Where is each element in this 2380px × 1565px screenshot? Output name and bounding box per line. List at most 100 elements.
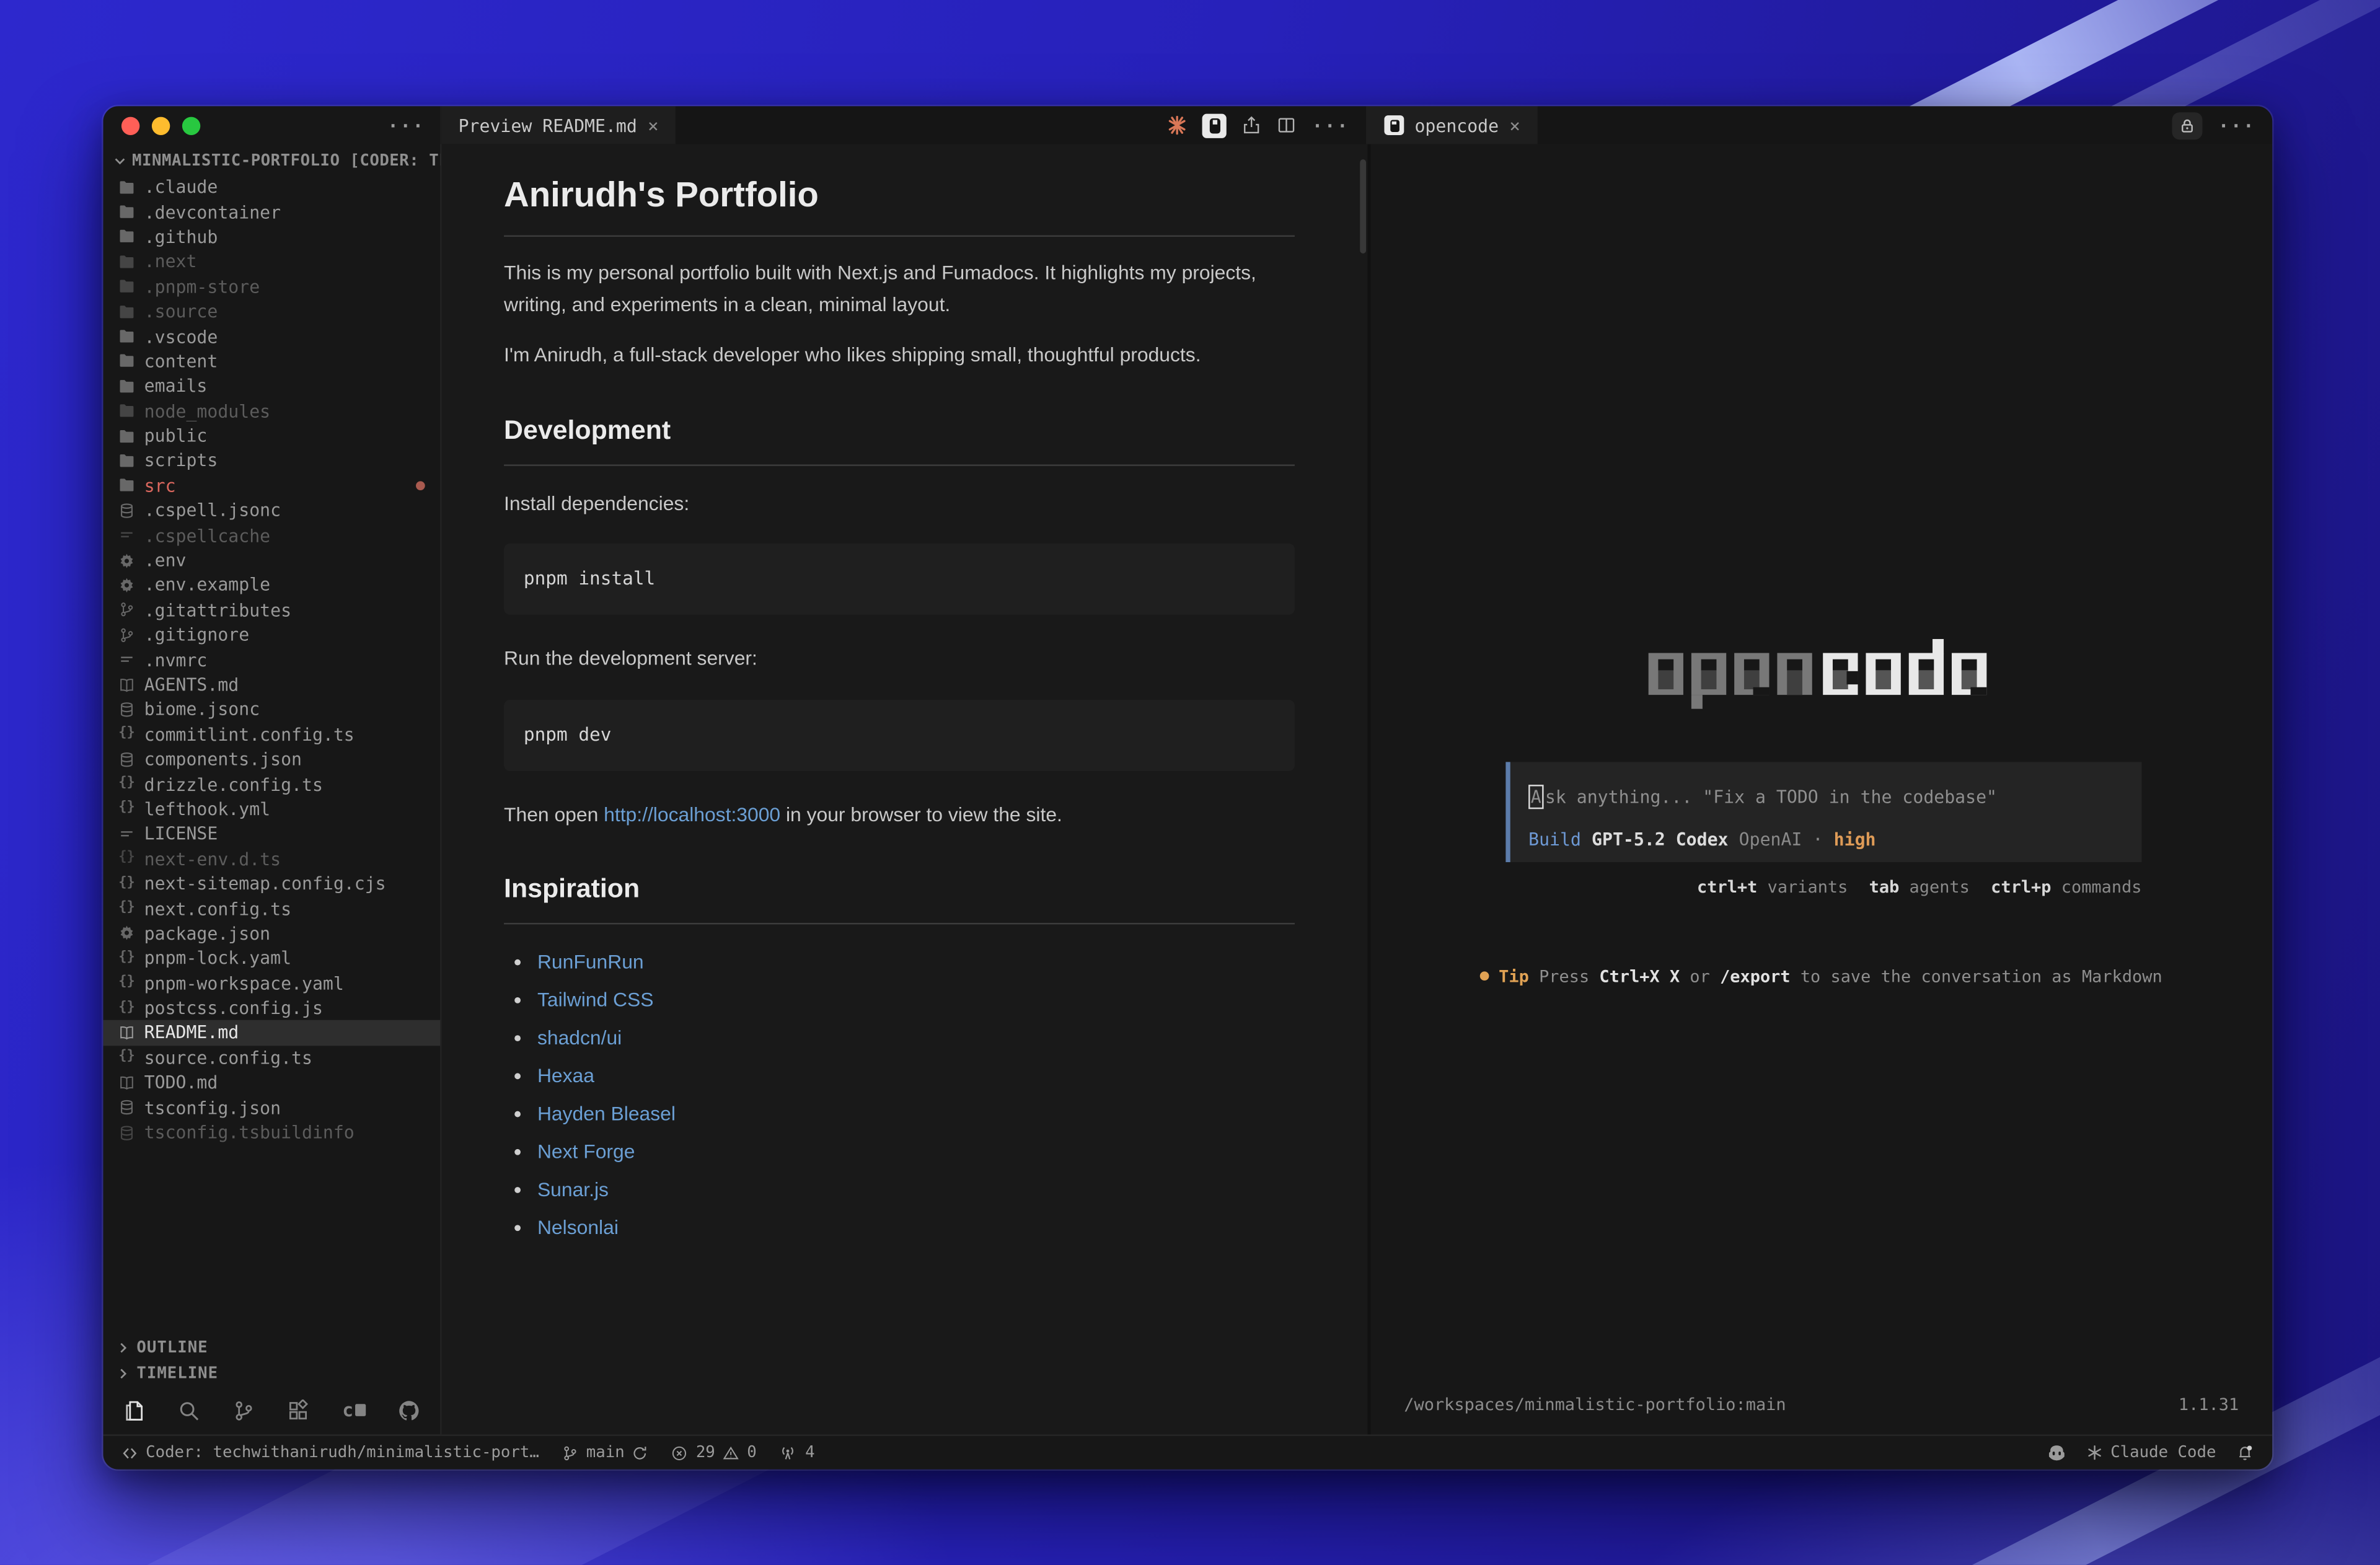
- problems-status[interactable]: 29 0: [672, 1444, 757, 1461]
- file-label: drizzle.config.ts: [144, 774, 323, 795]
- tree-item--gitattributes[interactable]: .gitattributes: [104, 597, 441, 622]
- inspiration-link[interactable]: Nelsonlai: [537, 1215, 619, 1238]
- agent-mode[interactable]: Build: [1528, 829, 1581, 850]
- tree-item-postcss-config-js[interactable]: {}postcss.config.js: [104, 995, 441, 1020]
- file-label: components.json: [144, 749, 302, 770]
- tree-item-content[interactable]: content: [104, 349, 441, 374]
- file-label: next.config.ts: [144, 898, 291, 919]
- search-icon[interactable]: [178, 1399, 201, 1422]
- tab-opencode[interactable]: opencode: [1368, 106, 1537, 144]
- notifications-bell-icon[interactable]: [2236, 1444, 2254, 1461]
- close-tab-icon[interactable]: [1509, 115, 1520, 136]
- tree-item-next-env-d-ts[interactable]: {}next-env.d.ts: [104, 846, 441, 871]
- tree-item--next[interactable]: .next: [104, 249, 441, 274]
- tree-item-todo-md[interactable]: TODO.md: [104, 1070, 441, 1095]
- tree-item-node-modules[interactable]: node_modules: [104, 399, 441, 423]
- tree-item--gitignore[interactable]: .gitignore: [104, 622, 441, 647]
- tree-item--devcontainer[interactable]: .devcontainer: [104, 200, 441, 224]
- tree-item-emails[interactable]: emails: [104, 374, 441, 399]
- github-icon[interactable]: [397, 1399, 420, 1422]
- model-name[interactable]: GPT-5.2 Codex: [1592, 829, 1728, 850]
- file-label: .env: [144, 550, 187, 571]
- tree-item-next-sitemap-config-cjs[interactable]: {}next-sitemap.config.cjs: [104, 871, 441, 896]
- share-icon[interactable]: [1242, 115, 1262, 135]
- ports-status[interactable]: 4: [779, 1444, 814, 1461]
- tree-item-lefthook-yml[interactable]: {}lefthook.yml: [104, 796, 441, 821]
- close-window-button[interactable]: [121, 116, 139, 134]
- tree-item-tsconfig-tsbuildinfo[interactable]: tsconfig.tsbuildinfo: [104, 1120, 441, 1145]
- tree-item--claude[interactable]: .claude: [104, 175, 441, 200]
- tree-item-source-config-ts[interactable]: {}source.config.ts: [104, 1046, 441, 1070]
- tree-item--cspellcache[interactable]: .cspellcache: [104, 523, 441, 548]
- inspiration-link[interactable]: Hexaa: [537, 1064, 594, 1087]
- tree-item-pnpm-lock-yaml[interactable]: {}pnpm-lock.yaml: [104, 946, 441, 971]
- tree-item-agents-md[interactable]: AGENTS.md: [104, 672, 441, 697]
- minimize-window-button[interactable]: [152, 116, 170, 134]
- more-actions-icon[interactable]: [1312, 118, 1349, 133]
- titlebar-sidebar-area: [104, 106, 441, 144]
- tree-item-commitlint-config-ts[interactable]: {}commitlint.config.ts: [104, 722, 441, 747]
- tree-item-license[interactable]: LICENSE: [104, 821, 441, 846]
- close-tab-icon[interactable]: [648, 115, 659, 136]
- inspiration-link[interactable]: Hayden Bleasel: [537, 1102, 676, 1125]
- file-label: .devcontainer: [144, 201, 281, 223]
- lock-editor-icon[interactable]: [2172, 112, 2203, 139]
- tree-item-src[interactable]: src: [104, 473, 441, 498]
- tree-item-components-json[interactable]: components.json: [104, 747, 441, 772]
- tree-item--pnpm-store[interactable]: .pnpm-store: [104, 274, 441, 299]
- claude-code-icon[interactable]: [1168, 115, 1188, 135]
- tree-item--vscode[interactable]: .vscode: [104, 324, 441, 348]
- explorer-files-icon[interactable]: [123, 1399, 146, 1422]
- copilot-icon[interactable]: [2047, 1442, 2068, 1463]
- prompt-input[interactable]: Ask anything... "Fix a TODO in the codeb…: [1505, 762, 2141, 862]
- more-actions-icon[interactable]: [2218, 118, 2255, 133]
- tree-item--nvmrc[interactable]: .nvmrc: [104, 647, 441, 672]
- tree-item--source[interactable]: .source: [104, 299, 441, 324]
- inspiration-link[interactable]: Sunar.js: [537, 1178, 609, 1201]
- tree-item-readme-md[interactable]: README.md: [104, 1020, 441, 1045]
- tree-item--cspell-jsonc[interactable]: .cspell.jsonc: [104, 498, 441, 522]
- tree-item-drizzle-config-ts[interactable]: {}drizzle.config.ts: [104, 772, 441, 796]
- scrollbar-thumb[interactable]: [1360, 159, 1366, 253]
- localhost-link[interactable]: http://localhost:3000: [604, 802, 780, 825]
- coder-icon[interactable]: c: [342, 1401, 365, 1419]
- status-bar: Coder: techwithanirudh/minimalistic-port…: [104, 1434, 2273, 1469]
- inspiration-link[interactable]: Next Forge: [537, 1140, 635, 1163]
- explorer-section-header[interactable]: MINMALISTIC-PORTFOLIO [CODER: TECHWITHAN…: [104, 144, 441, 175]
- tree-item-next-config-ts[interactable]: {}next.config.ts: [104, 896, 441, 921]
- zoom-window-button[interactable]: [182, 116, 200, 134]
- explorer-more-actions-icon[interactable]: [387, 118, 425, 133]
- inspiration-link[interactable]: RunFunRun: [537, 950, 644, 972]
- folder-icon: [118, 477, 135, 494]
- tree-item-biome-jsonc[interactable]: biome.jsonc: [104, 697, 441, 722]
- file-label: .gitignore: [144, 624, 250, 645]
- tree-item--github[interactable]: .github: [104, 224, 441, 249]
- tree-item--env[interactable]: .env: [104, 548, 441, 573]
- prompt-placeholder: Ask anything... "Fix a TODO in the codeb…: [1528, 785, 2123, 809]
- remote-indicator[interactable]: Coder: techwithanirudh/minimalistic-port…: [121, 1444, 539, 1461]
- tree-item--env-example[interactable]: .env.example: [104, 573, 441, 597]
- explorer-sidebar: MINMALISTIC-PORTFOLIO [CODER: TECHWITHAN…: [104, 144, 442, 1435]
- inspiration-link[interactable]: Tailwind CSS: [537, 988, 654, 1011]
- timeline-section[interactable]: TIMELINE: [104, 1360, 441, 1386]
- git-branch-status[interactable]: main: [562, 1444, 649, 1461]
- tree-item-pnpm-workspace-yaml[interactable]: {}pnpm-workspace.yaml: [104, 971, 441, 995]
- tree-item-public[interactable]: public: [104, 423, 441, 448]
- tree-item-tsconfig-json[interactable]: tsconfig.json: [104, 1095, 441, 1120]
- file-label: src: [144, 475, 176, 496]
- split-editor-icon[interactable]: [1277, 115, 1297, 135]
- source-control-icon[interactable]: [232, 1399, 255, 1422]
- folder-icon: [118, 179, 135, 195]
- run-label: Run the development server:: [504, 643, 1295, 674]
- chevron-right-icon: [115, 1365, 130, 1380]
- extensions-icon[interactable]: [288, 1399, 311, 1422]
- tree-item-package-json[interactable]: package.json: [104, 921, 441, 946]
- inspiration-link[interactable]: shadcn/ui: [537, 1026, 622, 1049]
- tree-item-scripts[interactable]: scripts: [104, 448, 441, 473]
- opencode-icon[interactable]: [1202, 113, 1227, 137]
- reasoning-effort: high: [1834, 829, 1876, 850]
- outline-section[interactable]: OUTLINE: [104, 1334, 441, 1360]
- file-label: tsconfig.tsbuildinfo: [144, 1122, 355, 1143]
- tab-preview-readme[interactable]: Preview README.md: [442, 106, 676, 144]
- claude-code-status[interactable]: Claude Code: [2087, 1444, 2216, 1461]
